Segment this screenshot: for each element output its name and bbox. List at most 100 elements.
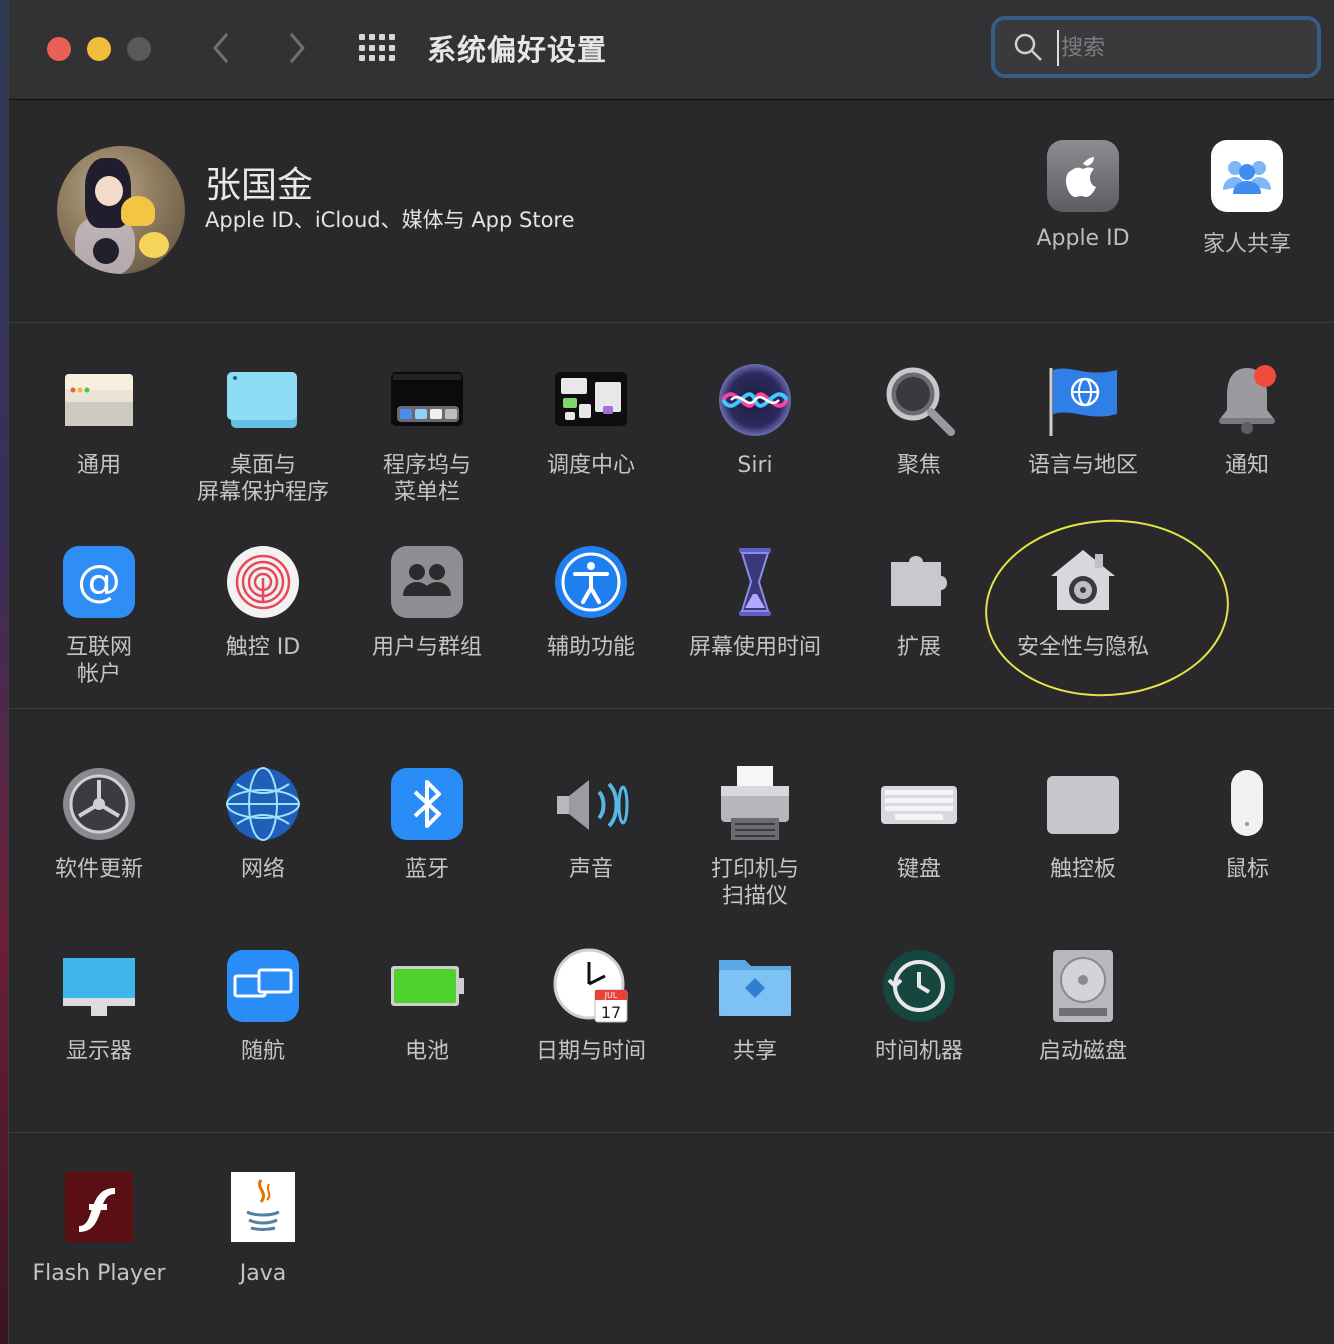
search-icon xyxy=(1014,33,1042,61)
pref-time-machine[interactable]: 时间机器 xyxy=(837,948,1001,1065)
apple-id-label: Apple ID xyxy=(1036,226,1130,251)
pref-bluetooth[interactable]: 蓝牙 xyxy=(345,766,509,883)
pref-mouse[interactable]: 鼠标 xyxy=(1165,766,1329,883)
software-update-icon xyxy=(61,766,137,842)
pref-label: 通用 xyxy=(76,453,121,478)
highlight-annotation xyxy=(979,511,1235,705)
pref-label: 声音 xyxy=(568,857,613,882)
displays-icon xyxy=(61,948,137,1024)
desktop-screensaver-icon xyxy=(225,362,301,438)
pref-trackpad[interactable]: 触控板 xyxy=(1001,766,1165,883)
close-button[interactable] xyxy=(47,37,71,61)
pref-keyboard[interactable]: 键盘 xyxy=(837,766,1001,883)
pref-battery[interactable]: 电池 xyxy=(345,948,509,1065)
pref-internet-accounts[interactable]: @ 互联网 帐户 xyxy=(17,544,181,688)
zoom-button[interactable] xyxy=(127,37,151,61)
pref-accessibility[interactable]: 辅助功能 xyxy=(509,544,673,661)
pref-printers-scanners[interactable]: 打印机与 扫描仪 xyxy=(673,766,837,910)
window-title: 系统偏好设置 xyxy=(427,33,608,67)
pref-spotlight[interactable]: 聚焦 xyxy=(837,362,1001,479)
apple-id-pref[interactable]: Apple ID xyxy=(1003,140,1163,251)
pref-language-region[interactable]: 语言与地区 xyxy=(1001,362,1165,479)
pref-startup-disk[interactable]: 启动磁盘 xyxy=(1001,948,1165,1065)
pref-users-groups[interactable]: 用户与群组 xyxy=(345,544,509,661)
pref-siri[interactable]: Siri xyxy=(673,362,837,479)
pref-label: 扩展 xyxy=(896,635,941,660)
pref-sound[interactable]: 声音 xyxy=(509,766,673,883)
pref-label: 互联网 帐户 xyxy=(65,635,132,687)
avatar[interactable] xyxy=(57,146,185,274)
pref-label: 打印机与 扫描仪 xyxy=(710,857,799,909)
pref-label: Flash Player xyxy=(32,1261,166,1286)
pref-label: 时间机器 xyxy=(874,1039,963,1064)
internet-accounts-icon: @ xyxy=(61,544,137,620)
pref-label: 日期与时间 xyxy=(535,1039,646,1064)
pref-label: 桌面与 屏幕保护程序 xyxy=(196,453,329,505)
pref-software-update[interactable]: 软件更新 xyxy=(17,766,181,883)
extensions-icon xyxy=(881,544,957,620)
pref-java[interactable]: Java xyxy=(181,1170,345,1287)
pref-sidecar[interactable]: 随航 xyxy=(181,948,345,1065)
pref-label: 鼠标 xyxy=(1224,857,1269,882)
pref-desktop-screensaver[interactable]: 桌面与 屏幕保护程序 xyxy=(181,362,345,506)
search-input[interactable] xyxy=(1057,30,1313,66)
startup-disk-icon xyxy=(1045,948,1121,1024)
pref-label: 程序坞与 菜单栏 xyxy=(382,453,471,505)
back-button[interactable] xyxy=(207,30,237,66)
system-preferences-window: 系统偏好设置 张国金 Apple ID、iCloud、媒体与 App Store… xyxy=(8,0,1334,1344)
forward-button[interactable] xyxy=(281,30,311,66)
account-subtitle[interactable]: Apple ID、iCloud、媒体与 App Store xyxy=(205,204,575,234)
calendar-day: 17 xyxy=(601,1003,621,1022)
language-region-icon xyxy=(1045,362,1121,438)
account-section: 张国金 Apple ID、iCloud、媒体与 App Store Apple … xyxy=(9,100,1334,323)
apple-logo-icon xyxy=(1047,140,1119,212)
pref-label: 键盘 xyxy=(896,857,941,882)
printers-scanners-icon xyxy=(717,766,793,842)
pref-extensions[interactable]: 扩展 xyxy=(837,544,1001,661)
touch-id-icon xyxy=(225,544,301,620)
users-groups-icon xyxy=(389,544,465,620)
pref-general[interactable]: 通用 xyxy=(17,362,181,479)
pref-notifications[interactable]: 通知 xyxy=(1165,362,1329,479)
pref-label: Siri xyxy=(737,453,773,478)
pref-touch-id[interactable]: 触控 ID xyxy=(181,544,345,661)
minimize-button[interactable] xyxy=(87,37,111,61)
section-divider xyxy=(9,708,1334,709)
pref-date-time[interactable]: JUL 17 日期与时间 xyxy=(509,948,673,1065)
calendar-month: JUL xyxy=(604,991,618,1000)
trackpad-icon xyxy=(1045,766,1121,842)
chevron-left-icon xyxy=(213,33,229,63)
family-sharing-label: 家人共享 xyxy=(1202,232,1291,257)
general-icon xyxy=(61,362,137,438)
pref-label: 共享 xyxy=(732,1039,777,1064)
pref-network[interactable]: 网络 xyxy=(181,766,345,883)
pref-label: 启动磁盘 xyxy=(1038,1039,1127,1064)
date-time-icon: JUL 17 xyxy=(553,948,629,1024)
sound-icon xyxy=(553,766,629,842)
flash-player-icon xyxy=(61,1170,137,1246)
pref-label: 软件更新 xyxy=(54,857,143,882)
family-sharing-pref[interactable]: 家人共享 xyxy=(1167,140,1327,258)
account-name[interactable]: 张国金 xyxy=(205,156,313,208)
show-all-grid-icon[interactable] xyxy=(359,34,395,62)
pref-sharing[interactable]: 共享 xyxy=(673,948,837,1065)
pref-label: 调度中心 xyxy=(546,453,635,478)
time-machine-icon xyxy=(881,948,957,1024)
pref-screen-time[interactable]: 屏幕使用时间 xyxy=(673,544,837,661)
pref-label: 随航 xyxy=(240,1039,285,1064)
pref-label: 网络 xyxy=(240,857,285,882)
keyboard-icon xyxy=(881,766,957,842)
pref-label: 辅助功能 xyxy=(546,635,635,660)
svg-text:@: @ xyxy=(77,556,121,607)
family-sharing-icon xyxy=(1211,140,1283,212)
spotlight-icon xyxy=(881,362,957,438)
pref-dock-menubar[interactable]: 程序坞与 菜单栏 xyxy=(345,362,509,506)
search-field[interactable] xyxy=(991,16,1321,78)
pref-mission-control[interactable]: 调度中心 xyxy=(509,362,673,479)
pref-label: 蓝牙 xyxy=(404,857,449,882)
notifications-icon xyxy=(1209,362,1285,438)
screen-time-icon xyxy=(717,544,793,620)
chevron-right-icon xyxy=(289,33,305,63)
pref-flash-player[interactable]: Flash Player xyxy=(17,1170,181,1287)
pref-displays[interactable]: 显示器 xyxy=(17,948,181,1065)
